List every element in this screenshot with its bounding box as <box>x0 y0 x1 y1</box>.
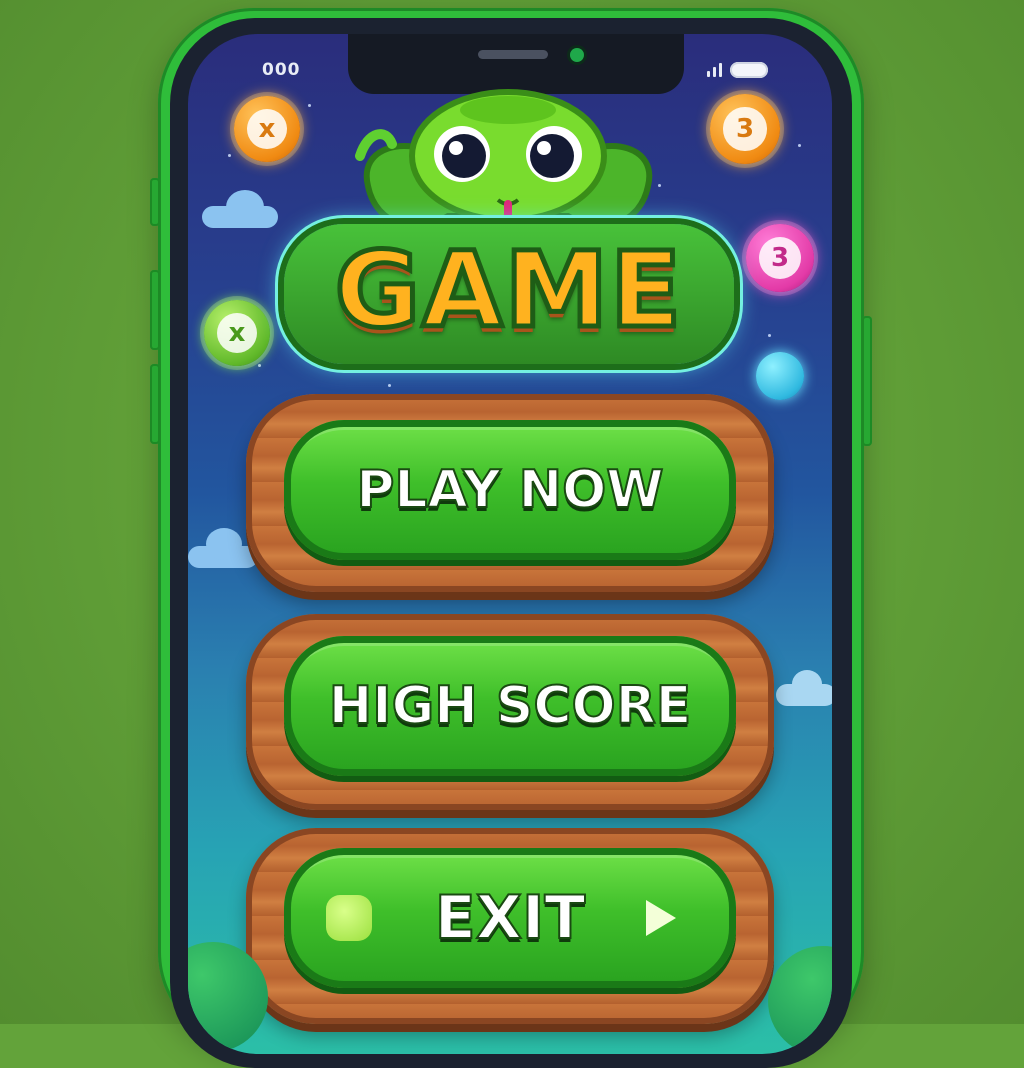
play-arrow-icon <box>646 900 676 936</box>
high-score-label: HIGH SCORE <box>328 675 693 737</box>
bush-right <box>768 946 832 1054</box>
game-screen: 000 x 3 3 x GAME PLAY NOW HIGH SCORE EXI… <box>188 34 832 1054</box>
bubble-left-label: x <box>216 312 258 354</box>
phone-volume-up <box>150 270 160 350</box>
bubble-right: 3 <box>746 224 814 292</box>
bubble-top-left-label: x <box>246 108 288 150</box>
phone-volume-down <box>150 364 160 444</box>
high-score-button[interactable]: HIGH SCORE <box>284 636 736 776</box>
phone-power-button <box>862 316 872 446</box>
play-now-label: PLAY NOW <box>355 459 664 521</box>
star <box>768 334 771 337</box>
front-camera <box>570 48 584 62</box>
game-title: GAME <box>332 228 684 353</box>
blob-icon <box>326 895 372 941</box>
status-signal-text: 000 <box>262 60 301 80</box>
exit-label: EXIT <box>434 882 586 954</box>
bubble-cyan <box>756 352 804 400</box>
bubble-top-right-label: 3 <box>723 107 767 151</box>
star <box>258 364 261 367</box>
phone-frame: 000 x 3 3 x GAME PLAY NOW HIGH SCORE EXI… <box>150 8 872 1068</box>
bubble-left: x <box>204 300 270 366</box>
star <box>388 384 391 387</box>
speaker-grille <box>478 50 548 59</box>
phone-side-button <box>150 178 160 226</box>
star <box>228 154 231 157</box>
bubble-top-left: x <box>234 96 300 162</box>
battery-icon <box>730 62 768 78</box>
cloud <box>206 528 242 560</box>
signal-icon <box>707 63 722 77</box>
star <box>798 144 801 147</box>
exit-button[interactable]: EXIT <box>284 848 736 988</box>
cloud <box>226 190 264 224</box>
bubble-right-label: 3 <box>758 236 802 280</box>
cloud <box>792 670 822 698</box>
play-now-button[interactable]: PLAY NOW <box>284 420 736 560</box>
bubble-top-right: 3 <box>710 94 780 164</box>
status-icons <box>707 62 768 78</box>
star <box>308 104 311 107</box>
